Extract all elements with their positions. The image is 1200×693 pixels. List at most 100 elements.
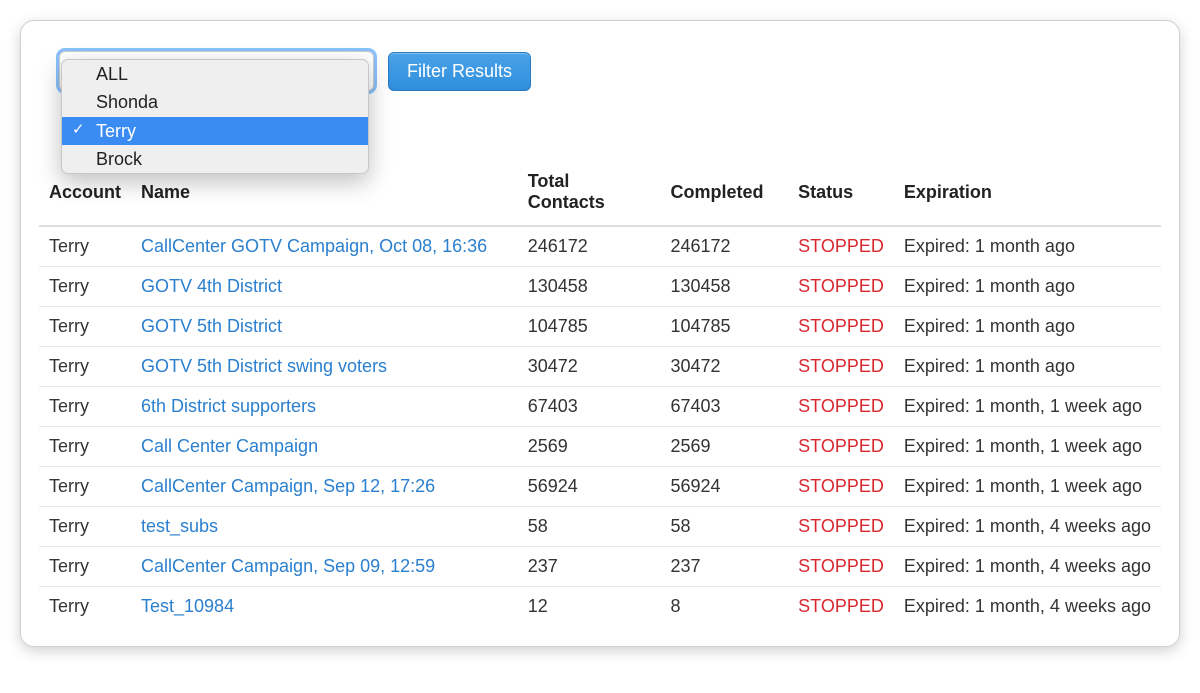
account-option[interactable]: Shonda — [62, 88, 368, 116]
cell-total: 104785 — [518, 307, 661, 347]
table-row: Terry GOTV 5th District swing voters 30472… — [39, 347, 1161, 387]
cell-expiration: Expired: 1 month, 4 weeks ago — [894, 507, 1161, 547]
cell-total: 237 — [518, 547, 661, 587]
cell-total: 2569 — [518, 427, 661, 467]
cell-name: CallCenter Campaign, Sep 12, 17:26 — [131, 467, 518, 507]
cell-account: Terry — [39, 507, 131, 547]
cell-total: 12 — [518, 587, 661, 627]
account-option[interactable]: ✓ Terry — [62, 117, 368, 145]
cell-name: CallCenter Campaign, Sep 09, 12:59 — [131, 547, 518, 587]
status-badge: STOPPED — [798, 476, 884, 496]
col-total-header: Total Contacts — [518, 161, 661, 226]
cell-status: STOPPED — [788, 347, 894, 387]
panel: Terry Filter Results ALL Shonda ✓ Terry Broc… — [20, 20, 1180, 647]
cell-account: Terry — [39, 547, 131, 587]
account-option[interactable]: Brock — [62, 145, 368, 173]
cell-expiration: Expired: 1 month, 4 weeks ago — [894, 587, 1161, 627]
cell-completed: 30472 — [660, 347, 788, 387]
cell-expiration: Expired: 1 month, 1 week ago — [894, 387, 1161, 427]
campaign-link[interactable]: CallCenter Campaign, Sep 12, 17:26 — [141, 476, 435, 496]
cell-status: STOPPED — [788, 587, 894, 627]
cell-status: STOPPED — [788, 467, 894, 507]
cell-account: Terry — [39, 347, 131, 387]
cell-total: 30472 — [518, 347, 661, 387]
filter-results-button[interactable]: Filter Results — [388, 52, 531, 91]
status-badge: STOPPED — [798, 436, 884, 456]
account-option-label: Brock — [96, 149, 142, 169]
cell-completed: 130458 — [660, 267, 788, 307]
cell-total: 130458 — [518, 267, 661, 307]
cell-expiration: Expired: 1 month, 1 week ago — [894, 467, 1161, 507]
cell-status: STOPPED — [788, 267, 894, 307]
cell-account: Terry — [39, 467, 131, 507]
cell-completed: 58 — [660, 507, 788, 547]
cell-account: Terry — [39, 387, 131, 427]
cell-completed: 67403 — [660, 387, 788, 427]
table-row: Terry CallCenter Campaign, Sep 12, 17:26 5… — [39, 467, 1161, 507]
cell-name: Call Center Campaign — [131, 427, 518, 467]
cell-name: GOTV 5th District swing voters — [131, 347, 518, 387]
status-badge: STOPPED — [798, 516, 884, 536]
cell-expiration: Expired: 1 month ago — [894, 347, 1161, 387]
status-badge: STOPPED — [798, 556, 884, 576]
cell-name: Test_10984 — [131, 587, 518, 627]
cell-completed: 56924 — [660, 467, 788, 507]
cell-completed: 237 — [660, 547, 788, 587]
account-option-label: Shonda — [96, 92, 158, 112]
table-row: Terry GOTV 5th District 104785104785 STOPPE… — [39, 307, 1161, 347]
campaign-link[interactable]: GOTV 5th District swing voters — [141, 356, 387, 376]
cell-account: Terry — [39, 267, 131, 307]
account-option-label: Terry — [96, 121, 136, 141]
col-expiration-header: Expiration — [894, 161, 1161, 226]
cell-name: CallCenter GOTV Campaign, Oct 08, 16:36 — [131, 226, 518, 267]
account-option-label: ALL — [96, 64, 128, 84]
check-icon: ✓ — [72, 120, 85, 140]
campaign-link[interactable]: test_subs — [141, 516, 218, 536]
cell-expiration: Expired: 1 month ago — [894, 226, 1161, 267]
cell-completed: 104785 — [660, 307, 788, 347]
campaign-link[interactable]: 6th District supporters — [141, 396, 316, 416]
cell-completed: 2569 — [660, 427, 788, 467]
campaign-link[interactable]: GOTV 5th District — [141, 316, 282, 336]
cell-status: STOPPED — [788, 427, 894, 467]
campaign-link[interactable]: Call Center Campaign — [141, 436, 318, 456]
cell-account: Terry — [39, 587, 131, 627]
table-row: TerryTest_10984128STOPPEDExpired: 1 mont… — [39, 587, 1161, 627]
campaigns-table: Account Name Total Contacts Completed St… — [39, 161, 1161, 626]
account-option[interactable]: ALL — [62, 60, 368, 88]
status-badge: STOPPED — [798, 356, 884, 376]
cell-status: STOPPED — [788, 547, 894, 587]
campaign-link[interactable]: CallCenter GOTV Campaign, Oct 08, 16:36 — [141, 236, 487, 256]
cell-expiration: Expired: 1 month, 4 weeks ago — [894, 547, 1161, 587]
cell-expiration: Expired: 1 month ago — [894, 307, 1161, 347]
cell-name: 6th District supporters — [131, 387, 518, 427]
cell-status: STOPPED — [788, 226, 894, 267]
status-badge: STOPPED — [798, 236, 884, 256]
campaign-link[interactable]: Test_10984 — [141, 596, 234, 616]
cell-expiration: Expired: 1 month, 1 week ago — [894, 427, 1161, 467]
cell-total: 56924 — [518, 467, 661, 507]
cell-account: Terry — [39, 307, 131, 347]
status-badge: STOPPED — [798, 316, 884, 336]
campaign-link[interactable]: CallCenter Campaign, Sep 09, 12:59 — [141, 556, 435, 576]
cell-name: GOTV 5th District — [131, 307, 518, 347]
status-badge: STOPPED — [798, 396, 884, 416]
account-select-dropdown[interactable]: ALL Shonda ✓ Terry Brock — [61, 59, 369, 174]
col-completed-header: Completed — [660, 161, 788, 226]
cell-expiration: Expired: 1 month ago — [894, 267, 1161, 307]
table-row: Terry Call Center Campaign 25692569 STOPPED… — [39, 427, 1161, 467]
status-badge: STOPPED — [798, 276, 884, 296]
cell-account: Terry — [39, 226, 131, 267]
col-status-header: Status — [788, 161, 894, 226]
table-row: Terry CallCenter GOTV Campaign, Oct 08, 1… — [39, 226, 1161, 267]
cell-account: Terry — [39, 427, 131, 467]
cell-name: test_subs — [131, 507, 518, 547]
table-row: Terry CallCenter Campaign, Sep 09, 12:59 2… — [39, 547, 1161, 587]
status-badge: STOPPED — [798, 596, 884, 616]
cell-total: 58 — [518, 507, 661, 547]
campaign-link[interactable]: GOTV 4th District — [141, 276, 282, 296]
table-row: Terry test_subs 5858 STOPPED Expired: 1 mont… — [39, 507, 1161, 547]
table-row: Terry6th District supporters6740367403ST… — [39, 387, 1161, 427]
cell-status: STOPPED — [788, 387, 894, 427]
cell-total: 246172 — [518, 226, 661, 267]
